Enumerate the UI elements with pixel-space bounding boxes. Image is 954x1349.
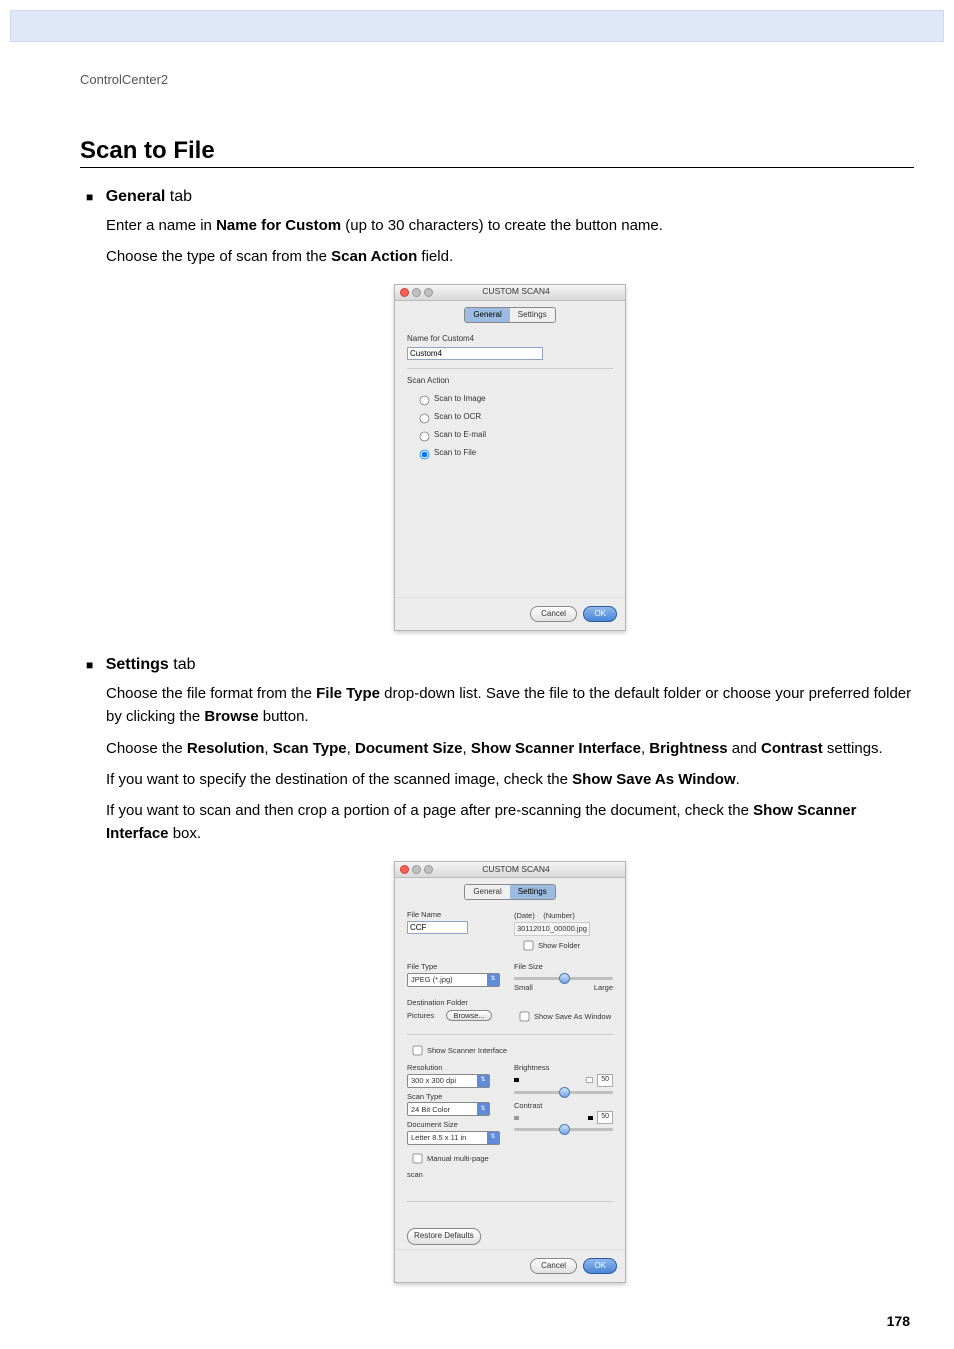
document-size-label: Document Size xyxy=(407,1119,506,1131)
minimize-icon xyxy=(412,288,421,297)
brightness-dark-icon xyxy=(514,1078,519,1082)
tab-general[interactable]: General xyxy=(465,308,509,322)
dialog-title: CUSTOM SCAN4 xyxy=(424,285,608,298)
scan-action-label: Scan Action xyxy=(407,375,613,387)
dest-folder-value: Pictures xyxy=(407,1011,434,1020)
scan-type-label: Scan Type xyxy=(407,1091,506,1103)
brightness-slider[interactable] xyxy=(514,1091,613,1094)
dest-folder-label: Destination Folder xyxy=(407,997,506,1009)
chevron-updown-icon: ⇅ xyxy=(477,1075,489,1087)
t: Scan Action xyxy=(331,248,417,265)
chevron-updown-icon: ⇅ xyxy=(487,974,499,986)
brightness-value: 50 xyxy=(597,1074,613,1087)
number-label: (Number) xyxy=(543,911,575,920)
scan-to-image-option[interactable]: Scan to Image xyxy=(407,390,613,408)
scan-to-ocr-option[interactable]: Scan to OCR xyxy=(407,408,613,426)
scan-type-select[interactable]: 24 Bit Color⇅ xyxy=(407,1102,490,1116)
show-scanner-interface-checkbox[interactable] xyxy=(413,1046,423,1056)
manual-multipage-checkbox[interactable] xyxy=(413,1154,423,1164)
chevron-updown-icon: ⇅ xyxy=(477,1103,489,1115)
show-folder-checkbox[interactable] xyxy=(524,941,534,951)
name-for-custom-label: Name for Custom4 xyxy=(407,333,613,345)
name-for-custom-input[interactable] xyxy=(407,347,543,360)
file-name-input[interactable] xyxy=(407,921,468,934)
contrast-value: 50 xyxy=(597,1111,613,1124)
document-size-select[interactable]: Letter 8.5 x 11 in⇅ xyxy=(407,1131,500,1145)
contrast-high-icon xyxy=(588,1116,593,1120)
show-scanner-interface-label: Show Scanner Interface xyxy=(427,1046,507,1055)
t: (up to 30 characters) to create the butt… xyxy=(341,217,663,234)
page-number: 178 xyxy=(80,1313,914,1329)
file-size-label: File Size xyxy=(514,961,613,973)
t: field. xyxy=(417,248,453,265)
tab-general[interactable]: General xyxy=(465,885,509,899)
contrast-low-icon xyxy=(514,1116,519,1120)
close-icon[interactable] xyxy=(400,865,409,874)
contrast-slider[interactable] xyxy=(514,1128,613,1131)
bullet-general-bold: General xyxy=(106,188,166,205)
file-size-slider[interactable] xyxy=(514,977,613,980)
resolution-label: Resolution xyxy=(407,1062,506,1074)
bullet-settings-bold: Settings xyxy=(106,656,169,673)
chevron-updown-icon: ⇅ xyxy=(487,1132,499,1144)
brightness-light-icon xyxy=(586,1077,593,1083)
dialog-titlebar: CUSTOM SCAN4 xyxy=(395,285,625,301)
resolution-select[interactable]: 300 x 300 dpi⇅ xyxy=(407,1074,490,1088)
cancel-button[interactable]: Cancel xyxy=(530,1258,577,1274)
file-name-label: File Name xyxy=(407,909,506,921)
restore-defaults-button[interactable]: Restore Defaults xyxy=(407,1228,481,1244)
date-number-value: 30112010_00000.jpg xyxy=(514,922,590,936)
show-folder-label: Show Folder xyxy=(538,941,580,950)
show-save-as-checkbox[interactable] xyxy=(520,1012,530,1022)
dialog-title: CUSTOM SCAN4 xyxy=(424,863,608,876)
dialog-titlebar: CUSTOM SCAN4 xyxy=(395,862,625,878)
dialog-settings: CUSTOM SCAN4 General Settings File Name xyxy=(394,861,626,1283)
t: Name for Custom xyxy=(216,217,341,234)
brightness-label: Brightness xyxy=(514,1062,613,1074)
contrast-label: Contrast xyxy=(514,1100,613,1112)
file-size-small: Small xyxy=(514,982,533,994)
ok-button[interactable]: OK xyxy=(583,606,617,622)
top-breadcrumb: ControlCenter2 xyxy=(80,72,914,87)
date-label: (Date) xyxy=(514,911,535,920)
tab-settings[interactable]: Settings xyxy=(510,308,555,322)
page-title: Scan to File xyxy=(80,137,914,165)
show-save-as-label: Show Save As Window xyxy=(534,1012,611,1021)
bullet-general-rest: tab xyxy=(165,188,192,205)
minimize-icon xyxy=(412,865,421,874)
dialog-general: CUSTOM SCAN4 General Settings Name for C… xyxy=(394,284,626,632)
ok-button[interactable]: OK xyxy=(583,1258,617,1274)
scan-to-file-option[interactable]: Scan to File xyxy=(407,444,613,462)
tab-settings[interactable]: Settings xyxy=(510,885,555,899)
close-icon[interactable] xyxy=(400,288,409,297)
file-type-label: File Type xyxy=(407,961,506,973)
browse-button[interactable]: Browse... xyxy=(446,1010,491,1021)
cancel-button[interactable]: Cancel xyxy=(530,606,577,622)
top-document-band xyxy=(10,10,944,42)
bullet-settings-rest: tab xyxy=(169,656,196,673)
t: Choose the type of scan from the xyxy=(106,248,331,265)
file-type-select[interactable]: JPEG (*.jpg)⇅ xyxy=(407,973,500,987)
file-size-large: Large xyxy=(594,982,613,994)
t: Enter a name in xyxy=(106,217,216,234)
title-underline xyxy=(80,167,914,168)
scan-to-email-option[interactable]: Scan to E-mail xyxy=(407,426,613,444)
